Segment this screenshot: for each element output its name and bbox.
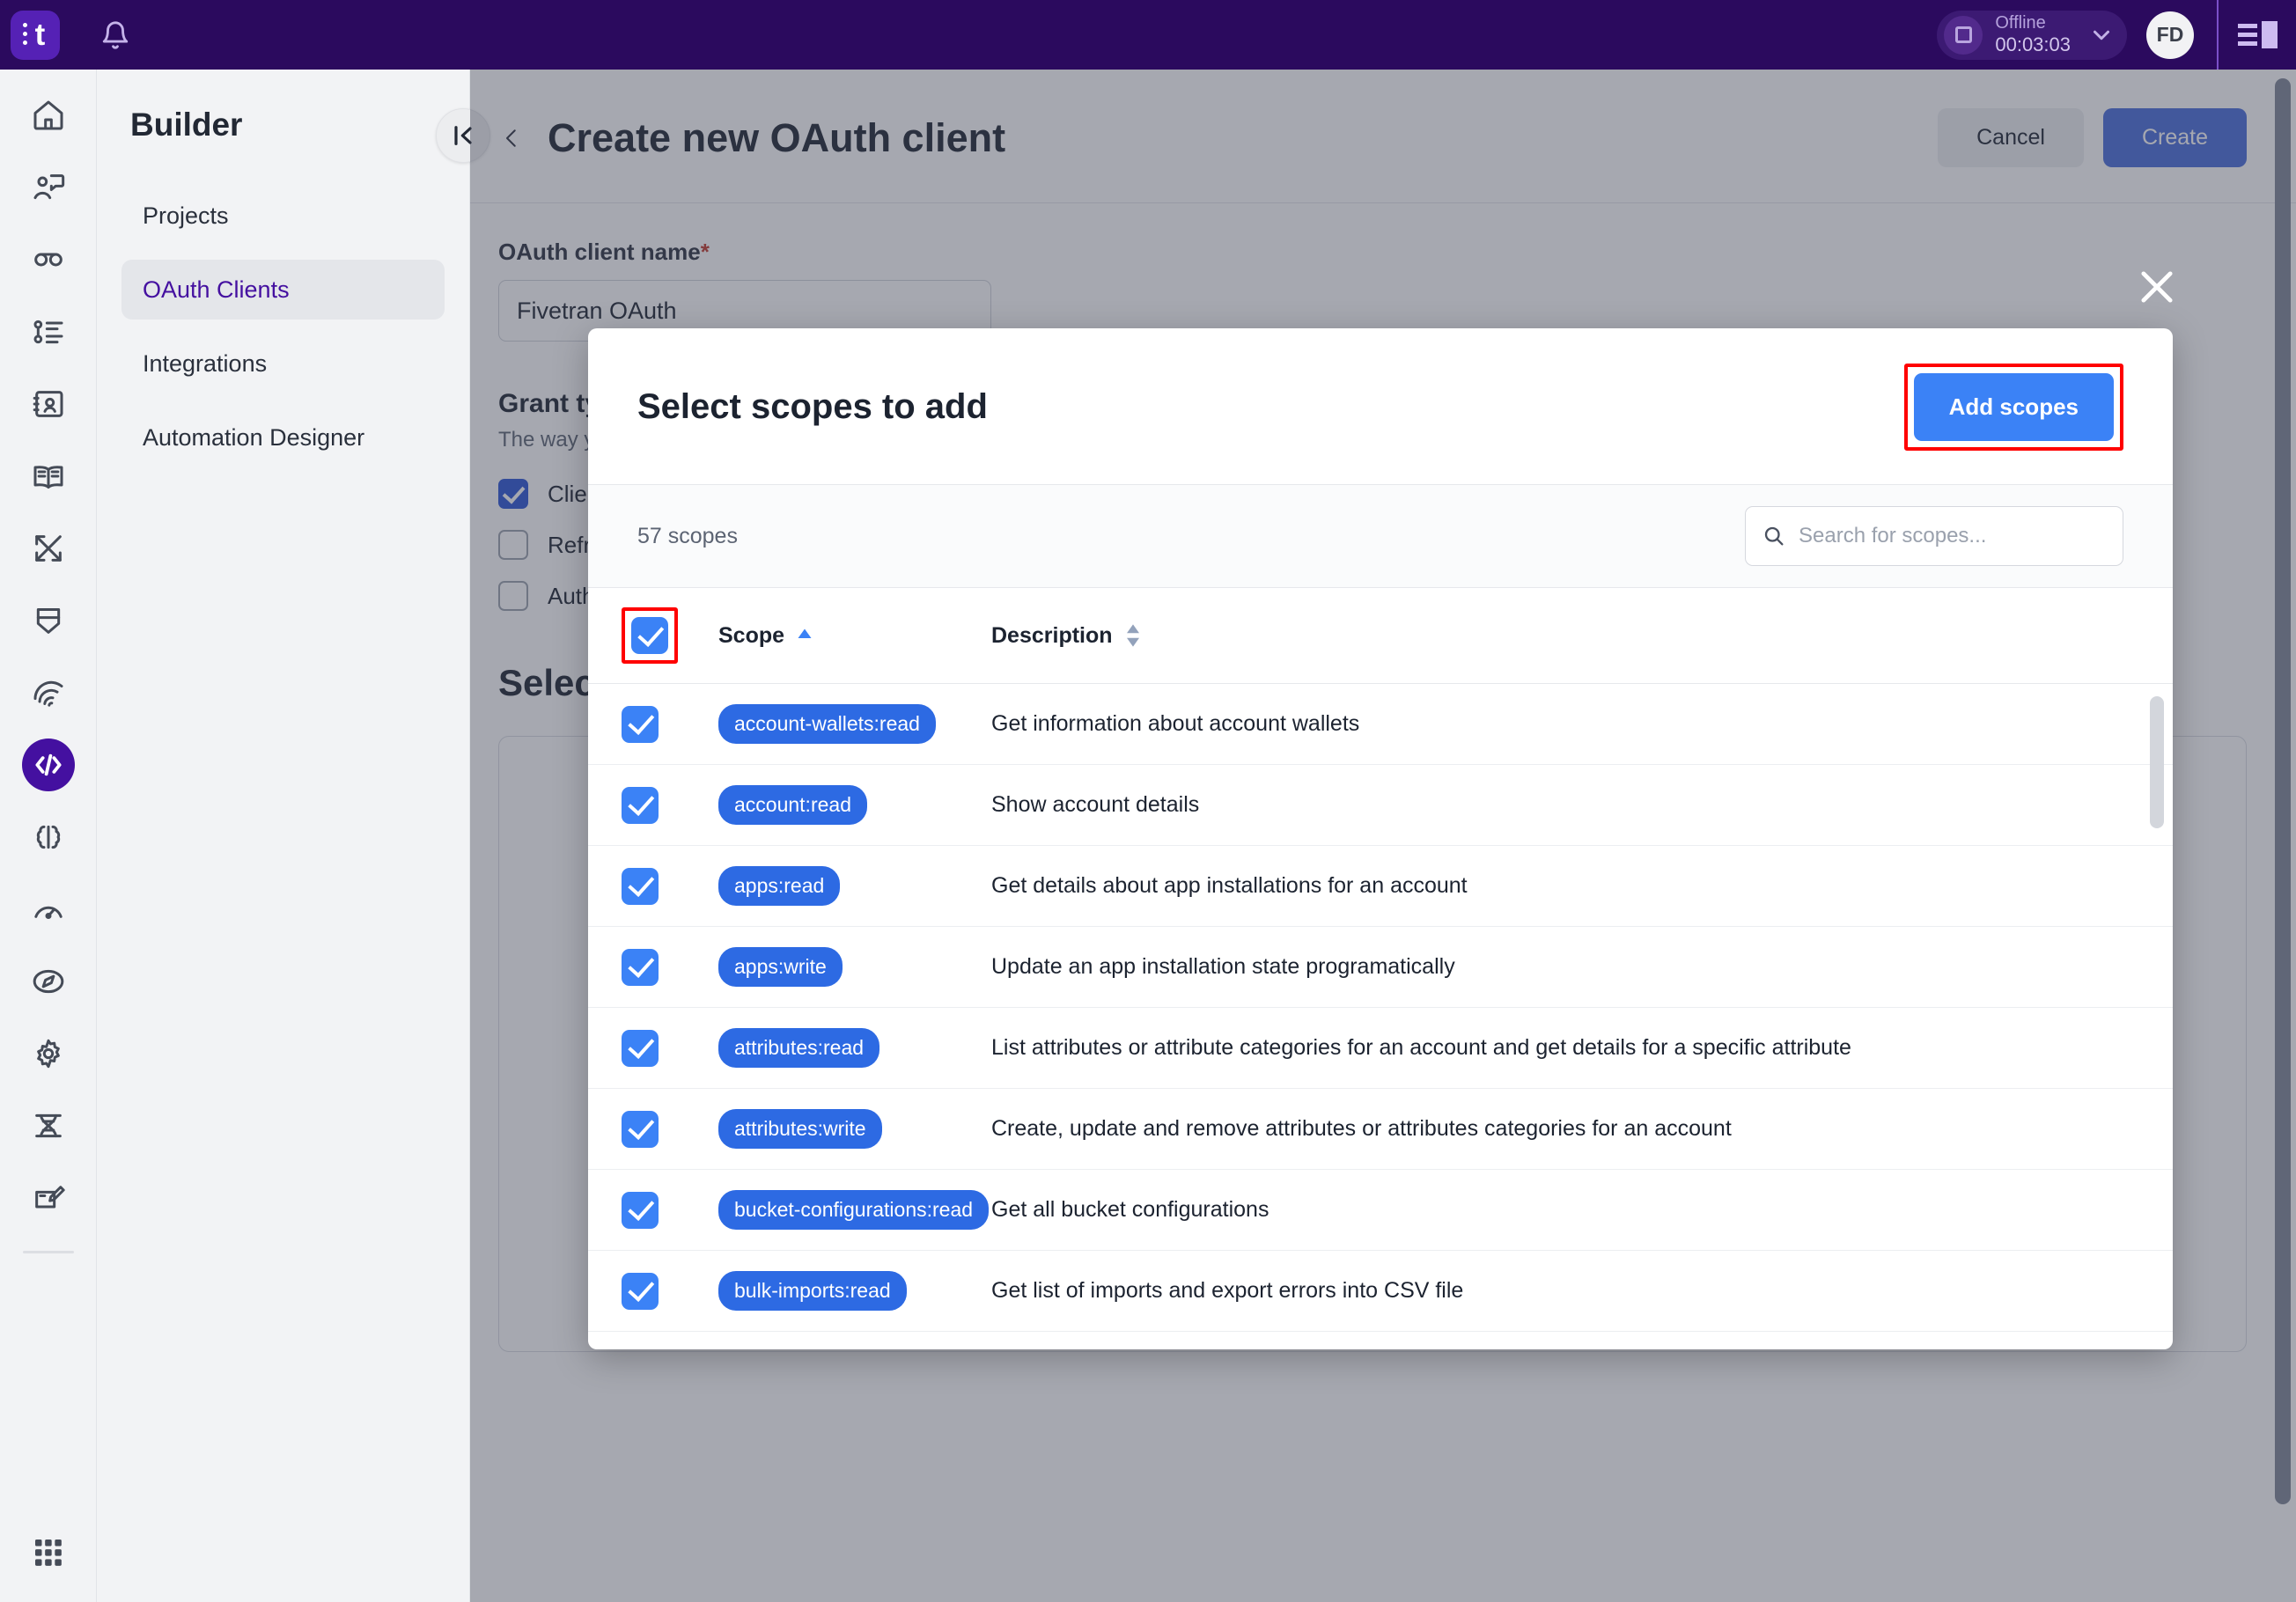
scope-description: Get list of imports and export errors in… (991, 1278, 1464, 1303)
table-row[interactable]: bulk-imports:write Create and update imp… (588, 1332, 2173, 1349)
icon-rail (0, 70, 97, 1602)
sidebar-item-label: Projects (143, 202, 229, 229)
scope-chip: attributes:write (718, 1109, 882, 1149)
search-input[interactable] (1799, 524, 2107, 548)
row-checkbox[interactable] (622, 948, 659, 986)
modal-header: Select scopes to add Add scopes (588, 328, 2173, 485)
column-header-description[interactable]: Description (991, 623, 1113, 649)
row-checkbox[interactable] (622, 705, 659, 743)
home-icon[interactable] (22, 89, 75, 142)
scope-description: List attributes or attribute categories … (991, 1035, 1851, 1060)
scope-description: Get details about app installations for … (991, 873, 1468, 898)
modal-add-scopes-button[interactable]: Add scopes (1913, 373, 2114, 441)
scope-chip: bucket-configurations:read (718, 1190, 990, 1230)
gear-icon[interactable] (22, 1027, 75, 1080)
row-checkbox[interactable] (622, 867, 659, 905)
table-row[interactable]: bucket-configurations:read Get all bucke… (588, 1170, 2173, 1251)
knowledge-base-icon[interactable] (22, 450, 75, 503)
select-all-checkbox[interactable] (631, 617, 668, 654)
bell-icon[interactable] (100, 20, 130, 50)
scope-chip: attributes:read (718, 1028, 880, 1068)
rail-divider (22, 1251, 74, 1253)
status-label: Offline (1995, 13, 2046, 33)
row-checkbox[interactable] (622, 786, 659, 824)
calls-icon[interactable] (22, 233, 75, 286)
table-row[interactable]: apps:write Update an app installation st… (588, 927, 2173, 1008)
stop-square-icon (1944, 15, 1983, 55)
top-bar: t Offline 00:03:03 FD (0, 0, 2296, 70)
scope-chip: account-wallets:read (718, 704, 936, 744)
sidebar-item-oauth-clients[interactable]: OAuth Clients (121, 260, 445, 320)
select-scopes-modal: Select scopes to add Add scopes 57 scope… (588, 328, 2173, 1349)
table-row[interactable]: bulk-imports:read Get list of imports an… (588, 1251, 2173, 1332)
fingerprint-icon[interactable] (22, 666, 75, 719)
edit-form-icon[interactable] (22, 1172, 75, 1224)
table-row[interactable]: apps:read Get details about app installa… (588, 846, 2173, 927)
apps-grid-icon[interactable] (22, 1526, 75, 1579)
sidebar-item-integrations[interactable]: Integrations (121, 334, 445, 393)
shield-icon[interactable] (22, 594, 75, 647)
scrollbar-thumb[interactable] (2150, 696, 2164, 828)
scope-chip: bulk-imports:read (718, 1271, 907, 1311)
workflows-icon[interactable] (22, 522, 75, 575)
scope-chip: account:read (718, 785, 867, 825)
right-panel-toggle-icon[interactable] (2219, 0, 2296, 70)
search-input-wrapper[interactable] (1745, 506, 2123, 566)
sort-ascending-icon[interactable] (797, 628, 813, 643)
scopes-table-scrollbar[interactable] (2150, 696, 2164, 1312)
chevron-down-icon[interactable] (2088, 22, 2115, 48)
tasks-icon[interactable] (22, 305, 75, 358)
scope-description: Get all bucket configurations (991, 1197, 1269, 1222)
table-row[interactable]: attributes:write Create, update and remo… (588, 1089, 2173, 1170)
scopes-table-header: Scope Description (588, 588, 2173, 684)
scope-description: Show account details (991, 792, 1200, 817)
row-checkbox[interactable] (622, 1029, 659, 1067)
sort-none-icon[interactable] (1125, 623, 1141, 648)
table-row[interactable]: attributes:read List attributes or attri… (588, 1008, 2173, 1089)
sidebar-item-label: OAuth Clients (143, 276, 290, 303)
select-all-highlight (622, 607, 678, 664)
row-checkbox[interactable] (622, 1272, 659, 1310)
scope-count-label: 57 scopes (637, 523, 738, 548)
row-checkbox[interactable] (622, 1191, 659, 1229)
scopes-table-body: account-wallets:read Get information abo… (588, 684, 2173, 1349)
performance-gauge-icon[interactable] (22, 883, 75, 936)
close-icon[interactable] (2134, 264, 2180, 310)
table-row[interactable]: account-wallets:read Get information abo… (588, 684, 2173, 765)
contacts-icon[interactable] (22, 378, 75, 430)
modal-title: Select scopes to add (637, 387, 988, 426)
dna-icon[interactable] (22, 1099, 75, 1152)
avatar[interactable]: FD (2146, 11, 2194, 59)
sidebar-item-label: Integrations (143, 349, 268, 377)
compass-icon[interactable] (22, 955, 75, 1008)
scope-description: Update an app installation state program… (991, 954, 1455, 979)
status-pill[interactable]: Offline 00:03:03 (1937, 10, 2127, 60)
table-row[interactable]: account:read Show account details (588, 765, 2173, 846)
add-scopes-highlight: Add scopes (1903, 364, 2123, 451)
row-checkbox[interactable] (622, 1110, 659, 1148)
builder-sidebar: Builder Projects OAuth Clients Integrati… (97, 70, 470, 1602)
sidebar-item-label: Automation Designer (143, 423, 365, 451)
scope-description: Create, update and remove attributes or … (991, 1116, 1732, 1141)
sidebar-item-automation-designer[interactable]: Automation Designer (121, 408, 445, 467)
conversations-icon[interactable] (22, 161, 75, 214)
sidebar-item-projects[interactable]: Projects (121, 186, 445, 246)
tray-logo-icon[interactable]: t (11, 10, 60, 60)
scope-chip: apps:read (718, 866, 841, 906)
scope-chip: apps:write (718, 947, 843, 987)
column-header-scope[interactable]: Scope (718, 623, 784, 649)
scope-description: Get information about account wallets (991, 711, 1360, 736)
ai-brain-icon[interactable] (22, 811, 75, 863)
page-title: Builder (130, 107, 243, 143)
modal-subbar: 57 scopes (588, 485, 2173, 588)
search-icon (1762, 524, 1786, 548)
status-timer: 00:03:03 (1995, 33, 2071, 56)
code-builder-icon[interactable] (21, 739, 75, 791)
